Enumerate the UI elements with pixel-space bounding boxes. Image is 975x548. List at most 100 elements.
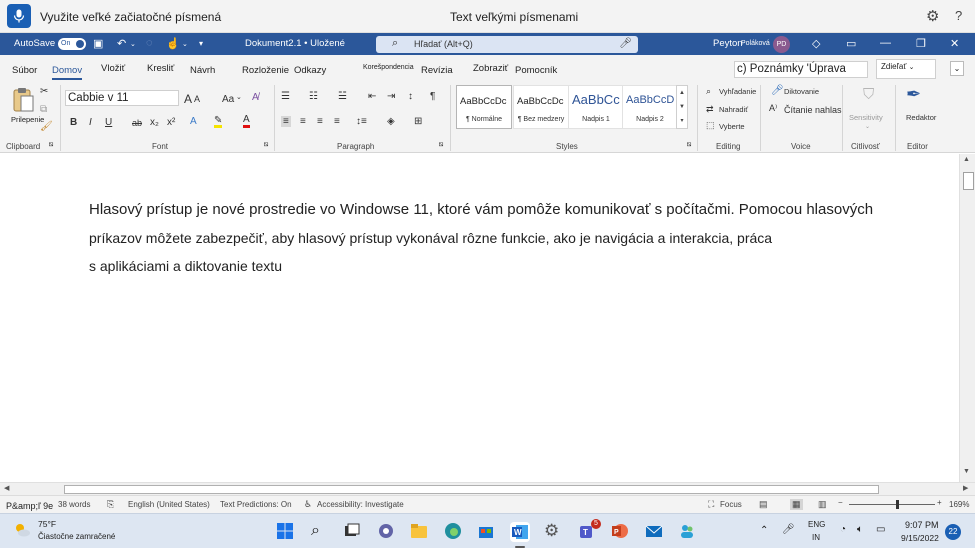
file-explorer-icon[interactable] — [410, 522, 430, 542]
touch-mode-icon[interactable]: ☝ — [166, 37, 180, 50]
edge-icon[interactable] — [444, 522, 464, 542]
dialog-launcher-icon[interactable]: ⧅ — [439, 141, 443, 149]
microphone-icon[interactable]: 🎤︎ — [771, 85, 784, 96]
document-paragraph[interactable]: Hlasový prístup je nové prostredie vo Wi… — [89, 196, 939, 280]
sort-icon[interactable]: ↕ — [408, 91, 413, 102]
editor-button[interactable]: Redaktor — [906, 113, 936, 122]
notes-editing-box[interactable]: c) Poznámky 'Úprava — [734, 61, 868, 78]
bullets-icon[interactable]: ☰ — [281, 91, 290, 102]
redo-icon[interactable]: ◌ — [146, 37, 153, 49]
language-code[interactable]: ENG — [808, 520, 825, 529]
tab-layout[interactable]: Rozloženie — [242, 65, 289, 76]
tab-view[interactable]: Zobraziť — [473, 63, 508, 74]
search-icon[interactable]: ⌕ — [311, 522, 331, 542]
find-button[interactable]: Vyhľadanie — [719, 87, 756, 96]
tab-insert[interactable]: Vložiť — [101, 63, 125, 74]
tab-review[interactable]: Revízia — [421, 65, 453, 76]
italic-button[interactable]: I — [89, 117, 92, 128]
keyboard-layout[interactable]: IN — [812, 533, 820, 542]
line-spacing-icon[interactable]: ↕≡ — [356, 116, 367, 127]
focus-icon[interactable]: ⛶ — [708, 499, 714, 510]
scroll-up-icon[interactable]: ▲ — [963, 156, 970, 163]
tab-draw[interactable]: Kresliť — [147, 63, 174, 74]
language-indicator[interactable]: English (United States) — [128, 500, 210, 509]
help-button[interactable]: ? — [955, 8, 962, 23]
share-button[interactable]: Zdieľať ⌄ — [876, 59, 936, 79]
clear-formatting-icon[interactable]: A̸ — [252, 92, 259, 103]
tab-design[interactable]: Návrh — [190, 65, 215, 76]
strikethrough-button[interactable]: ab — [132, 118, 142, 128]
word-icon[interactable]: W — [510, 522, 530, 542]
diamond-icon[interactable]: ◇ — [812, 37, 820, 50]
chevron-down-icon[interactable]: ⌄ — [236, 93, 242, 101]
text-predictions-indicator[interactable]: Text Predictions: On — [220, 500, 292, 509]
style-heading-1[interactable]: AaBbCc Nadpis 1 — [568, 85, 624, 129]
web-layout-icon[interactable]: ▥ — [818, 499, 827, 510]
highlight-icon[interactable]: ✎ — [214, 116, 223, 128]
scrollbar-thumb[interactable] — [963, 172, 974, 190]
style-no-spacing[interactable]: AaBbCcDc ¶ Bez medzery — [513, 85, 569, 129]
underline-button[interactable]: U — [105, 117, 112, 128]
dictate-button[interactable]: Diktovanie — [784, 87, 819, 96]
format-painter-icon[interactable]: 🖌︎ — [40, 121, 53, 132]
zoom-out-icon[interactable]: − — [838, 498, 843, 507]
copy-icon[interactable]: ⧉ — [40, 104, 47, 115]
scrollbar-thumb[interactable] — [64, 485, 879, 494]
increase-indent-icon[interactable]: ⇥ — [387, 91, 395, 102]
zoom-in-icon[interactable]: + — [937, 498, 942, 507]
zoom-slider-thumb[interactable] — [896, 500, 900, 509]
dialog-launcher-icon[interactable]: ⧅ — [264, 141, 268, 149]
shrink-font-button[interactable]: A — [194, 94, 200, 104]
page-indicator[interactable]: P&amp;ľ 9e — [6, 501, 53, 511]
editor-icon[interactable]: ✒ — [906, 84, 921, 105]
volume-icon[interactable]: 🔈︎ — [857, 524, 863, 535]
read-aloud-icon[interactable]: A⁾ — [769, 103, 777, 114]
clock-date[interactable]: 9/15/2022 — [901, 533, 939, 543]
chat-icon[interactable] — [377, 522, 397, 542]
align-left-icon[interactable]: ≡ — [281, 116, 291, 127]
sensitivity-icon[interactable]: ⛉ — [863, 86, 874, 103]
mail-icon[interactable] — [645, 522, 665, 542]
focus-button[interactable]: Focus — [720, 500, 742, 509]
replace-icon[interactable]: ⇄ — [706, 104, 714, 115]
voice-access-mic-button[interactable] — [7, 4, 31, 28]
horizontal-scrollbar[interactable]: ◀ ▶ — [0, 482, 975, 495]
vertical-scrollbar[interactable]: ▲ ▼ — [959, 154, 975, 482]
tab-help[interactable]: Pomocník — [515, 65, 557, 76]
chevron-down-icon[interactable]: ⌄ — [130, 40, 136, 48]
read-aloud-button[interactable]: Čítanie nahlas — [784, 105, 842, 115]
style-heading-2[interactable]: AaBbCcD Nadpis 2 — [622, 85, 678, 129]
superscript-button[interactable]: x² — [167, 117, 175, 128]
weather-description[interactable]: Čiastočne zamračené — [38, 532, 115, 541]
tab-file[interactable]: Súbor — [12, 65, 37, 76]
style-normal[interactable]: AaBbCcDc ¶ Normálne — [456, 85, 512, 129]
zoom-level[interactable]: 169% — [949, 500, 969, 509]
shading-icon[interactable]: ◈ — [387, 116, 395, 127]
customize-toolbar-icon[interactable]: ▾ — [199, 39, 203, 48]
word-count[interactable]: 38 words — [58, 500, 90, 509]
styles-gallery-scroll[interactable]: ▲ ▼ ▾ — [676, 85, 688, 129]
store-icon[interactable] — [477, 522, 497, 542]
decrease-indent-icon[interactable]: ⇤ — [368, 91, 376, 102]
zoom-slider[interactable] — [849, 504, 935, 505]
tab-references[interactable]: Odkazy — [294, 65, 326, 76]
multilevel-list-icon[interactable]: ☱ — [338, 91, 347, 102]
dialog-launcher-icon[interactable]: ⧅ — [687, 141, 691, 149]
document-canvas[interactable]: Hlasový prístup je nové prostredie vo Wi… — [0, 154, 959, 482]
save-icon[interactable]: ▣ — [93, 37, 103, 50]
settings-icon[interactable]: ⚙ — [544, 522, 564, 542]
find-icon[interactable]: ⌕ — [706, 86, 711, 97]
microphone-icon[interactable]: 🎤︎ — [619, 38, 632, 49]
scroll-down-icon[interactable]: ▼ — [963, 468, 970, 475]
subscript-button[interactable]: x₂ — [150, 117, 159, 128]
read-mode-icon[interactable]: ▤ — [759, 499, 768, 510]
scroll-left-icon[interactable]: ◀ — [4, 484, 9, 492]
ribbon-display-icon[interactable]: ▭ — [846, 37, 856, 50]
print-layout-icon[interactable]: ▦ — [790, 499, 803, 510]
clock-time[interactable]: 9:07 PM — [905, 520, 939, 530]
justify-icon[interactable]: ≡ — [334, 116, 340, 127]
notifications-badge[interactable]: 22 — [945, 524, 961, 540]
weather-temperature[interactable]: 75°F — [38, 519, 56, 529]
sensitivity-button[interactable]: Sensitivity — [849, 113, 883, 122]
task-view-icon[interactable] — [343, 522, 363, 542]
